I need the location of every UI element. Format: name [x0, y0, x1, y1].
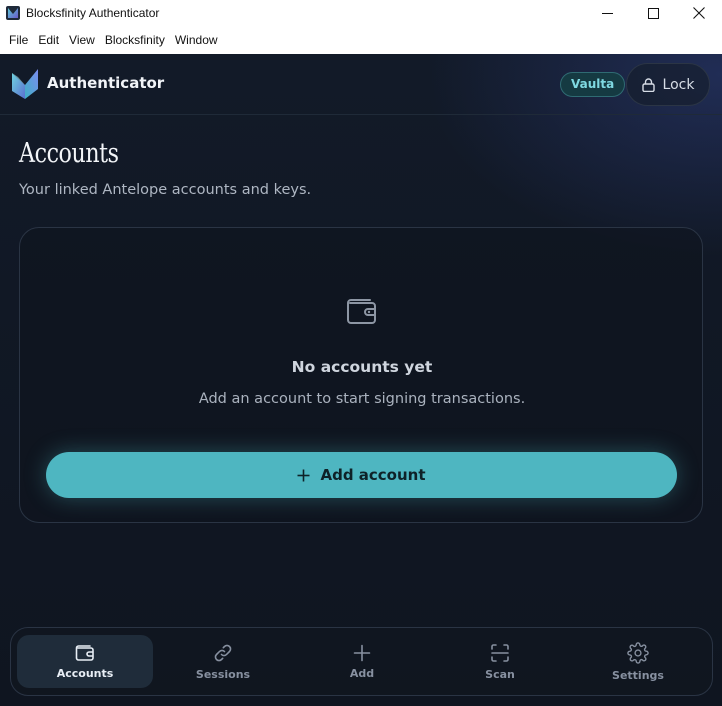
window-title: Blocksfinity Authenticator: [26, 6, 160, 20]
menu-view[interactable]: View: [64, 26, 100, 54]
plus-icon: [297, 469, 310, 481]
brand-name: Authenticator: [47, 74, 165, 92]
nav-label-settings: Settings: [612, 668, 664, 682]
link-icon: [214, 644, 232, 661]
minimize-button[interactable]: [584, 0, 630, 26]
plus-icon: [353, 644, 371, 661]
scan-icon: [491, 643, 509, 662]
gear-icon: [627, 641, 649, 664]
maximize-button[interactable]: [630, 0, 676, 26]
nav-item-sessions[interactable]: Sessions: [155, 635, 291, 688]
close-icon: [693, 7, 705, 19]
brand-logo-icon: [12, 69, 38, 99]
menu-edit[interactable]: Edit: [33, 26, 64, 54]
close-button[interactable]: [676, 0, 722, 26]
wallet-icon: [75, 644, 94, 661]
add-account-button[interactable]: Add account: [46, 452, 677, 498]
add-account-label: Add account: [320, 466, 426, 484]
bottom-nav: Accounts Sessions Add Scan Settings: [10, 627, 713, 696]
page-title: Accounts: [19, 138, 119, 169]
wallet-icon: [347, 299, 376, 324]
maximize-icon: [647, 7, 659, 19]
nav-label-scan: Scan: [485, 667, 515, 681]
lock-button[interactable]: Lock: [626, 63, 710, 106]
app-logo-icon: [6, 6, 20, 20]
nav-item-settings[interactable]: Settings: [570, 635, 706, 688]
page-subtitle: Your linked Antelope accounts and keys.: [19, 182, 312, 198]
app-content: Authenticator Vaulta Lock Accounts Your …: [0, 54, 722, 706]
nav-item-scan[interactable]: Scan: [432, 635, 568, 688]
nav-label-sessions: Sessions: [195, 667, 251, 681]
window-title-bar: Blocksfinity Authenticator: [0, 0, 722, 26]
menu-file[interactable]: File: [4, 26, 33, 54]
lock-label: Lock: [662, 76, 695, 93]
empty-state-description: Add an account to start signing transact…: [198, 391, 526, 407]
menu-window[interactable]: Window: [170, 26, 223, 54]
minimize-icon: [601, 12, 613, 14]
nav-label-add: Add: [349, 666, 375, 680]
window-controls: [584, 0, 722, 26]
nav-item-add[interactable]: Add: [294, 635, 430, 688]
empty-state-title: No accounts yet: [291, 358, 433, 376]
lock-icon: [641, 77, 655, 92]
nav-item-accounts[interactable]: Accounts: [17, 635, 153, 688]
menu-bar: File Edit View Blocksfinity Window: [0, 26, 722, 54]
nav-label-accounts: Accounts: [56, 666, 114, 680]
menu-blocksfinity[interactable]: Blocksfinity: [100, 26, 170, 54]
vault-badge[interactable]: Vaulta: [560, 72, 626, 97]
empty-state-card: No accounts yet Add an account to start …: [19, 227, 703, 523]
app-header: Authenticator Vaulta Lock: [0, 54, 722, 115]
